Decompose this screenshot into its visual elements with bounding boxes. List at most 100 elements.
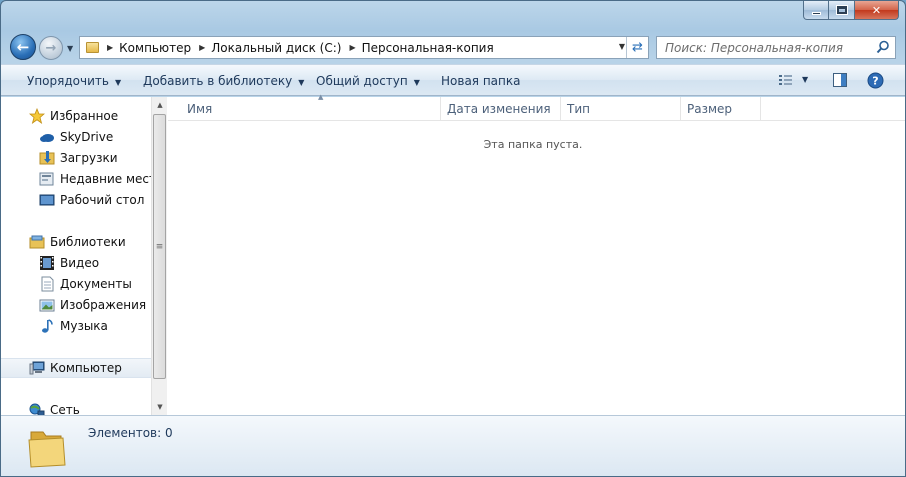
chevron-right-icon[interactable]: ▶ — [199, 43, 205, 52]
chevron-down-icon: ▼ — [67, 44, 74, 53]
chevron-down-icon: ▼ — [157, 403, 163, 411]
column-header-label: Размер — [687, 102, 733, 116]
sidebar-item-label: Компьютер — [50, 361, 122, 375]
breadcrumb-current-folder[interactable]: Персональная-копия — [362, 41, 494, 55]
sidebar-item-documents[interactable]: Документы — [1, 274, 151, 294]
folder-icon — [28, 431, 66, 468]
sidebar-item-videos[interactable]: Видео — [1, 253, 151, 273]
desktop-icon — [39, 194, 55, 206]
sidebar-item-label: Библиотеки — [50, 235, 126, 249]
scroll-down-button[interactable]: ▼ — [152, 399, 168, 415]
document-icon — [41, 276, 54, 292]
column-header-date-modified[interactable]: Дата изменения — [441, 97, 561, 121]
svg-text:?: ? — [872, 75, 878, 88]
chevron-down-icon[interactable]: ▼ — [802, 75, 808, 84]
help-icon[interactable]: ? — [867, 72, 884, 89]
chevron-down-icon: ▼ — [298, 78, 305, 87]
chevron-right-icon[interactable]: ▶ — [107, 43, 113, 52]
sidebar-item-label: Документы — [60, 277, 132, 291]
breadcrumb: ▶ Компьютер — [107, 41, 191, 55]
column-header-label: Дата изменения — [447, 102, 551, 116]
maximize-icon — [835, 5, 848, 15]
add-to-library-label: Добавить в библиотеку — [143, 74, 293, 88]
minimize-button[interactable] — [803, 1, 829, 20]
minimize-icon — [811, 11, 821, 15]
navigation-pane: Избранное SkyDrive Загрузки Недавние мес… — [1, 97, 163, 417]
grip-icon: ≡ — [155, 241, 164, 252]
sidebar-item-recent-places[interactable]: Недавние места — [1, 169, 163, 189]
sidebar-item-label: Недавние места — [60, 172, 164, 186]
recent-pages-dropdown[interactable]: ▼ — [67, 44, 73, 53]
refresh-button[interactable]: ⇄ — [626, 37, 648, 58]
sidebar-item-skydrive[interactable]: SkyDrive — [1, 127, 151, 147]
sidebar-item-label: Избранное — [50, 109, 119, 123]
search-input[interactable] — [665, 40, 875, 55]
share-menu[interactable]: Общий доступ ▼ — [316, 74, 420, 88]
column-header-label: Тип — [567, 102, 590, 116]
sidebar-item-favorites[interactable]: Избранное — [1, 106, 151, 126]
file-list[interactable]: Имя ▲ Дата изменения Тип Размер Эта папк… — [168, 93, 905, 415]
view-options-icon[interactable] — [778, 72, 794, 88]
title-bar[interactable]: ✕ — [1, 1, 905, 31]
window-controls: ✕ — [803, 1, 899, 21]
close-button[interactable]: ✕ — [855, 1, 899, 20]
address-row: ← → ▼ ▶ Компьютер ▶ Локальный диск (C:) … — [1, 31, 905, 63]
sidebar-item-libraries[interactable]: Библиотеки — [1, 232, 151, 252]
column-headers: Имя ▲ Дата изменения Тип Размер — [168, 93, 905, 121]
refresh-icon: ⇄ — [632, 40, 643, 55]
libraries-icon — [29, 235, 45, 249]
back-button[interactable]: ← — [10, 34, 36, 60]
maximize-button[interactable] — [829, 1, 855, 20]
details-pane: Элементов: 0 — [1, 415, 905, 476]
sidebar-item-label: SkyDrive — [60, 130, 114, 144]
search-icon[interactable] — [876, 40, 890, 54]
column-header-name[interactable]: Имя ▲ — [181, 93, 441, 121]
sort-ascending-icon: ▲ — [318, 93, 324, 101]
sidebar-item-desktop[interactable]: Рабочий стол — [1, 190, 151, 210]
chevron-down-icon: ▼ — [114, 78, 122, 87]
item-count: Элементов: 0 — [88, 426, 173, 440]
sidebar-item-computer[interactable]: Компьютер — [1, 358, 151, 378]
column-header-label: Имя — [187, 102, 213, 116]
new-folder-label: Новая папка — [441, 74, 521, 88]
share-label: Общий доступ — [316, 74, 408, 88]
address-bar[interactable]: ▶ Компьютер ▶ Локальный диск (C:) ▶ Перс… — [79, 36, 649, 59]
breadcrumb: ▶ Персональная-копия — [349, 41, 493, 55]
organize-label: Упорядочить — [27, 74, 109, 88]
breadcrumb-computer[interactable]: Компьютер — [119, 41, 191, 55]
sidebar-item-label: Рабочий стол — [60, 193, 145, 207]
sidebar-item-music[interactable]: Музыка — [1, 316, 151, 336]
new-folder-button[interactable]: Новая папка — [441, 74, 520, 88]
preview-pane-icon[interactable] — [832, 72, 848, 88]
column-header-size[interactable]: Размер — [681, 97, 761, 121]
chevron-up-icon: ▲ — [157, 101, 163, 109]
picture-icon — [39, 299, 55, 312]
content-area: Избранное SkyDrive Загрузки Недавние мес… — [1, 93, 905, 417]
empty-folder-message: Эта папка пуста. — [483, 138, 583, 151]
chevron-down-icon: ▼ — [413, 78, 420, 87]
cloud-icon — [40, 134, 54, 142]
organize-menu[interactable]: Упорядочить ▼ — [27, 74, 121, 88]
search-box — [656, 36, 896, 59]
add-to-library-menu[interactable]: Добавить в библиотеку ▼ — [143, 74, 304, 88]
scroll-thumb[interactable]: ≡ — [153, 114, 166, 379]
chevron-right-icon[interactable]: ▶ — [349, 43, 355, 52]
computer-icon — [29, 361, 45, 375]
navigation-scrollbar[interactable]: ▲ ≡ ▼ — [151, 97, 167, 415]
sidebar-item-downloads[interactable]: Загрузки — [1, 148, 151, 168]
breadcrumb-local-disk[interactable]: Локальный диск (C:) — [211, 41, 341, 55]
video-icon — [40, 256, 54, 270]
sidebar-item-label: Загрузки — [60, 151, 118, 165]
sidebar-item-label: Видео — [60, 256, 100, 270]
address-history-icon[interactable]: ▼ — [619, 42, 625, 51]
star-icon — [29, 108, 45, 124]
music-note-icon — [42, 319, 53, 333]
folder-icon — [86, 42, 99, 53]
forward-button[interactable]: → — [39, 36, 63, 60]
sidebar-item-pictures[interactable]: Изображения — [1, 295, 151, 315]
sidebar-item-label: Музыка — [60, 319, 108, 333]
column-header-type[interactable]: Тип — [561, 97, 681, 121]
scroll-up-button[interactable]: ▲ — [152, 97, 168, 113]
breadcrumb: ▶ Локальный диск (C:) — [199, 41, 341, 55]
arrow-left-icon: ← — [16, 38, 30, 56]
